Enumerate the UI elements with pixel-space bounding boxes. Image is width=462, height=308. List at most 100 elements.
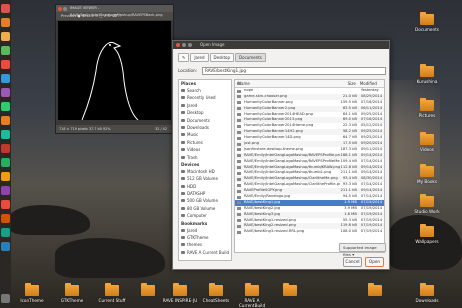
desktop-folder[interactable]: CheatSheets [196, 283, 236, 303]
launcher-app-icon[interactable] [1, 214, 10, 223]
folder-icon [420, 283, 434, 296]
desktop-folder-label: Documents [415, 27, 439, 32]
places-item[interactable]: Desktop [179, 109, 231, 116]
desktop-folder-label: CheatSheets [202, 298, 230, 303]
desktop-folder[interactable]: Wallpapers [407, 224, 447, 244]
desktop-folder[interactable] [270, 283, 310, 298]
launcher-app-icon[interactable] [1, 74, 10, 83]
folder-icon [65, 283, 79, 296]
column-size[interactable]: Size [338, 80, 357, 87]
column-name[interactable]: Name [235, 80, 338, 87]
launcher-app-icon[interactable] [1, 144, 10, 153]
desktop-folder[interactable]: Kurushina [407, 64, 447, 84]
launcher-app-icon[interactable] [1, 102, 10, 111]
desktop-folder[interactable]: RAVE A CurrentBuild [232, 283, 272, 308]
folder-icon [420, 64, 434, 77]
desktop-folder[interactable]: My Books [407, 164, 447, 184]
folder-icon [420, 164, 434, 177]
places-item[interactable]: Documents [179, 117, 231, 124]
trash-icon[interactable] [1, 294, 10, 303]
launcher-app-icon[interactable] [1, 186, 10, 195]
folder-icon [105, 283, 119, 296]
launcher [0, 0, 11, 308]
viewer-image [58, 21, 171, 121]
path-button-desktop[interactable]: Desktop [209, 53, 235, 62]
file-list: Name Size Modified nope Yesterday game-ski… [234, 79, 385, 253]
launcher-app-icon[interactable] [1, 18, 10, 27]
launcher-app-icon[interactable] [1, 60, 10, 69]
launcher-app-icon[interactable] [1, 4, 10, 13]
places-item[interactable]: Music [179, 131, 231, 138]
device-item[interactable]: 500 GB Volume [179, 197, 231, 204]
launcher-app-icon[interactable] [1, 130, 10, 139]
desktop-folder-label: Studio Work [414, 209, 440, 214]
close-icon[interactable] [58, 7, 62, 11]
desktop-folder-label: IconTheme [20, 298, 44, 303]
folder-icon [368, 283, 382, 296]
desktop-folder[interactable]: Current Stuff [92, 283, 132, 303]
viewer-titlebar[interactable]: IMAGE VIEWER - RAVE/Emily/IntelGanglogoM… [56, 5, 173, 17]
location-input[interactable]: RAVE/bestKing1.jpg [202, 67, 386, 75]
places-item[interactable]: Videos [179, 146, 231, 153]
folder-icon [209, 283, 223, 296]
wallpaper-rock [10, 205, 90, 235]
device-item[interactable]: 512 GB Volume [179, 175, 231, 182]
desktop-folder[interactable]: Pictures [407, 98, 447, 118]
places-item[interactable]: Trash [179, 154, 231, 161]
open-button[interactable]: Open [365, 257, 384, 267]
places-item[interactable]: Search [179, 87, 231, 94]
viewer-statusbar: 718 × 719 pixels 37.7 kB 92% 32 / 42 [56, 125, 173, 133]
file-size: 108.0 kB [340, 229, 357, 234]
bookmarks-header: Bookmarks [181, 220, 208, 226]
edit-path-button[interactable]: ✎ [178, 53, 190, 62]
desktop-folder-label: RAVE A CurrentBuild [238, 298, 266, 308]
desktop-folder[interactable]: IconTheme [12, 283, 52, 303]
launcher-app-icon[interactable] [1, 242, 10, 251]
bookmark-item[interactable]: GTKTheme [179, 234, 231, 241]
file-type-filter[interactable]: Supported image files ▾ [339, 243, 386, 257]
maximize-icon[interactable] [188, 43, 192, 47]
folder-icon [141, 283, 155, 296]
launcher-app-icon[interactable] [1, 116, 10, 125]
bookmark-item[interactable]: Jared [179, 227, 231, 234]
desktop-folder[interactable]: GTKTheme [52, 283, 92, 303]
desktop-folder[interactable] [355, 283, 395, 298]
device-item[interactable]: DATASHP [179, 190, 231, 197]
places-item[interactable]: Recently Used [179, 94, 231, 101]
desktop-folder-label: Downloads [415, 298, 439, 303]
cancel-button[interactable]: Cancel [343, 257, 362, 267]
bookmark-item[interactable]: themes [179, 241, 231, 248]
device-item[interactable]: Macintosh HD [179, 168, 231, 175]
device-item[interactable]: 80 GB Volume [179, 205, 231, 212]
launcher-app-icon[interactable] [1, 158, 10, 167]
desktop-folder[interactable]: Studio Work [407, 194, 447, 214]
minimize-icon[interactable] [63, 7, 67, 11]
wallpaper-rock [55, 238, 165, 278]
launcher-app-icon[interactable] [1, 88, 10, 97]
dialog-titlebar[interactable]: Open Image [173, 41, 389, 49]
launcher-app-icon[interactable] [1, 46, 10, 55]
launcher-app-icon[interactable] [1, 172, 10, 181]
minimize-icon[interactable] [182, 43, 186, 47]
path-button-documents[interactable]: Documents [235, 53, 266, 62]
path-button-home[interactable]: Jared [190, 53, 209, 62]
folder-icon [245, 283, 259, 296]
column-modified[interactable]: Modified [358, 80, 384, 87]
desktop-folder[interactable]: Documents [407, 12, 447, 32]
device-item[interactable]: Computer [179, 212, 231, 219]
desktop-folder[interactable]: RAVE INSPIRE-JU [160, 283, 200, 303]
launcher-app-icon[interactable] [1, 32, 10, 41]
places-item[interactable]: Jared [179, 102, 231, 109]
places-item[interactable]: Downloads [179, 124, 231, 131]
desktop-folder[interactable]: Videos [407, 132, 447, 152]
launcher-app-icon[interactable] [1, 200, 10, 209]
places-item[interactable]: Pictures [179, 139, 231, 146]
device-item[interactable]: HDD [179, 183, 231, 190]
close-icon[interactable] [176, 43, 180, 47]
file-row[interactable]: RAVE/bestKing3.resized.RRL.png 108.0 kB 07… [235, 229, 384, 235]
desktop-folder-label: Wallpapers [415, 239, 439, 244]
viewer-status-info: 718 × 719 pixels 37.7 kB 92% [59, 127, 111, 131]
launcher-app-icon[interactable] [1, 228, 10, 237]
desktop-folder[interactable]: Downloads [407, 283, 447, 303]
bookmark-item[interactable]: RAVE A Current Build [179, 249, 231, 256]
